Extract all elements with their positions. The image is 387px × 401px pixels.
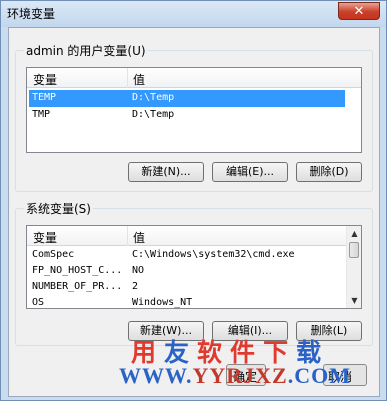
table-row[interactable]: TMP D:\Temp: [29, 107, 345, 124]
user-new-button[interactable]: 新建(N)...: [128, 162, 204, 182]
table-row[interactable]: NUMBER_OF_PR... 2: [29, 279, 345, 296]
title-bar: 环境变量 ✕: [1, 1, 386, 27]
column-divider[interactable]: [127, 68, 128, 88]
close-icon: ✕: [353, 3, 365, 19]
user-delete-button[interactable]: 删除(D): [296, 162, 362, 182]
variable-value: Windows_NT: [132, 297, 193, 308]
variable-value: 2: [132, 281, 139, 292]
column-header-value[interactable]: 值: [133, 71, 145, 88]
variable-value: D:\Temp: [132, 109, 175, 120]
watermark-url-domain: YYRJXZ: [192, 363, 288, 388]
system-variables-label: 系统变量(S): [24, 200, 93, 217]
variable-name: NUMBER_OF_PR...: [32, 281, 123, 292]
table-row[interactable]: TEMP D:\Temp: [29, 90, 345, 107]
window-title: 环境变量: [7, 7, 56, 21]
variable-value: C:\Windows\system32\cmd.exe: [132, 249, 295, 260]
watermark-url: WWW.YYRJXZ.COM: [119, 363, 351, 389]
variable-name: TEMP: [32, 92, 57, 103]
close-button[interactable]: ✕: [338, 2, 380, 20]
column-header-variable[interactable]: 变量: [33, 71, 57, 88]
table-row[interactable]: ComSpec C:\Windows\system32\cmd.exe: [29, 247, 345, 264]
variable-value: NO: [132, 265, 145, 276]
user-edit-button[interactable]: 编辑(E)...: [212, 162, 288, 182]
column-header-variable[interactable]: 变量: [33, 229, 57, 246]
column-header-value[interactable]: 值: [133, 229, 145, 246]
scroll-up-icon[interactable]: ▲: [347, 226, 361, 241]
user-list-header: 变量 值: [27, 68, 361, 88]
variable-name: TMP: [32, 109, 51, 120]
variable-name: OS: [32, 297, 45, 308]
user-variables-list[interactable]: 变量 值 TEMP D:\Temp TMP D:\Temp: [26, 67, 362, 153]
vertical-scrollbar[interactable]: ▲ ▼: [346, 226, 361, 308]
user-variables-label: admin 的用户变量(U): [24, 42, 148, 59]
table-row[interactable]: OS Windows_NT: [29, 295, 345, 308]
user-variables-group: admin 的用户变量(U) 变量 值 TEMP D:\Temp TMP D:\…: [15, 42, 373, 192]
system-variables-list[interactable]: 变量 值 ComSpec C:\Windows\system32\cmd.exe…: [26, 225, 362, 309]
system-variables-group: 系统变量(S) 变量 值 ComSpec C:\Windows\system32…: [15, 200, 373, 346]
watermark-url-prefix: WWW.: [119, 363, 193, 388]
variable-name: ComSpec: [32, 249, 75, 260]
column-divider[interactable]: [127, 226, 128, 246]
scroll-down-icon[interactable]: ▼: [347, 293, 361, 308]
environment-variables-dialog: 环境变量 ✕ admin 的用户变量(U) 变量 值 TEMP D:\Temp …: [0, 0, 387, 401]
table-row[interactable]: FP_NO_HOST_C... NO: [29, 263, 345, 280]
scrollbar-thumb[interactable]: [349, 242, 359, 258]
watermark-url-suffix: .COM: [287, 363, 351, 388]
variable-name: FP_NO_HOST_C...: [32, 265, 123, 276]
variable-value: D:\Temp: [132, 92, 175, 103]
system-list-header: 变量 值: [27, 226, 346, 246]
